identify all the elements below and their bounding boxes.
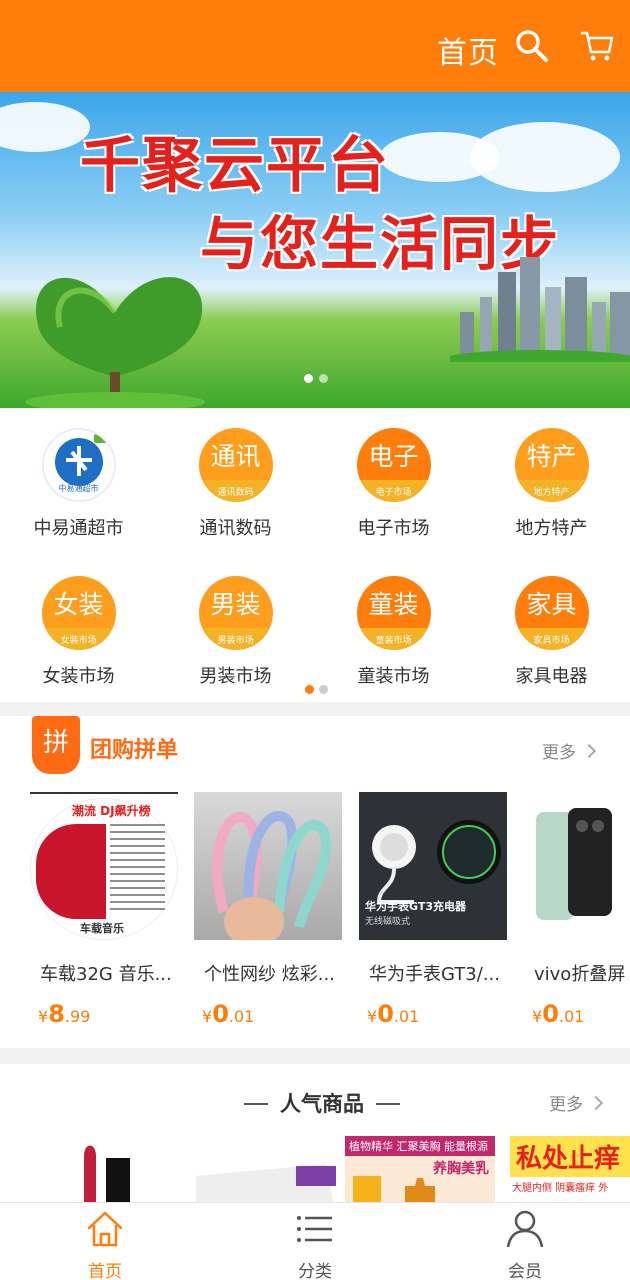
- more-link[interactable]: 更多: [549, 1090, 604, 1115]
- section-title: 人气商品: [232, 1088, 412, 1118]
- furniture-icon: 家具 家具市场: [514, 576, 589, 650]
- chevron-right-icon: [581, 743, 597, 759]
- popular-section: 人气商品 更多 植物精华 汇聚美胸 能量根源 养胸美乳 私处止痒 大腿内侧 阴囊…: [0, 1064, 630, 1214]
- product-card[interactable]: 华为手表GT3充电器 无线磁吸式 华为手表GT3/... ¥0.01: [359, 792, 507, 1028]
- bottom-tab-bar: 首页 分类 会员: [0, 1202, 630, 1280]
- section-title: 团购拼单: [90, 738, 179, 763]
- category-label: 家具电器: [515, 666, 588, 687]
- category-label: 通讯数码: [199, 518, 272, 539]
- banner-pagination: [304, 374, 328, 383]
- product-card[interactable]: 潮流 DJ飙升榜 车载音乐 车载32G 音乐... ¥8.99: [30, 792, 178, 1028]
- category-item-supermarket[interactable]: 中易通超市 中易通超市: [0, 428, 157, 540]
- product-name: 个性网纱 炫彩...: [204, 964, 335, 985]
- category-item-womens-clothing[interactable]: 女装 女装市场 女装市场: [0, 576, 157, 688]
- category-grid: 中易通超市 中易通超市 通讯 通讯数码 通讯数码 电子 电子市场 电子市场 特产…: [0, 408, 630, 702]
- user-icon: [506, 1210, 544, 1248]
- tab-home[interactable]: 首页: [45, 1209, 165, 1280]
- telecom-icon: 通讯 通讯数码: [198, 428, 273, 502]
- product-card[interactable]: vivo折叠屏 ¥0.01: [524, 792, 630, 1028]
- chevron-right-icon: [588, 1095, 604, 1111]
- city-skyline-image: [450, 257, 630, 362]
- cart-icon[interactable]: [579, 28, 615, 64]
- category-label: 电子市场: [357, 518, 430, 539]
- search-icon[interactable]: [514, 28, 550, 64]
- product-name: 车载32G 音乐...: [40, 964, 172, 985]
- product-image: 华为手表GT3充电器 无线磁吸式: [359, 792, 507, 940]
- mens-clothing-icon: 男装 男装市场: [198, 576, 273, 650]
- group-buy-section: 拼 团购拼单 更多 潮流 DJ飙升榜 车载音乐 车载32G 音乐... ¥8.9…: [0, 716, 630, 1048]
- group-buy-badge: 拼: [32, 716, 80, 774]
- category-item-furniture[interactable]: 家具 家具市场 家具电器: [473, 576, 630, 688]
- more-link[interactable]: 更多: [542, 738, 597, 763]
- category-label: 中易通超市: [33, 518, 124, 539]
- womens-clothing-icon: 女装 女装市场: [41, 576, 116, 650]
- pagination-dot[interactable]: [304, 374, 313, 383]
- kids-clothing-icon: 童装 童装市场: [356, 576, 431, 650]
- supermarket-logo-icon: 中易通超市: [41, 428, 116, 502]
- category-label: 童装市场: [357, 666, 430, 687]
- page-title: 首页: [437, 36, 499, 71]
- category-label: 男装市场: [199, 666, 272, 687]
- product-name: 华为手表GT3/...: [369, 964, 500, 985]
- category-item-electronics[interactable]: 电子 电子市场 电子市场: [315, 428, 472, 540]
- category-label: 女装市场: [42, 666, 115, 687]
- electronics-icon: 电子 电子市场: [356, 428, 431, 502]
- category-item-local-specialty[interactable]: 特产 地方特产 地方特产: [473, 428, 630, 540]
- list-icon: [297, 1216, 332, 1242]
- pagination-dot[interactable]: [305, 685, 314, 694]
- category-label: 地方特产: [515, 518, 588, 539]
- product-image: [524, 792, 630, 940]
- category-item-telecom[interactable]: 通讯 通讯数码 通讯数码: [157, 428, 314, 540]
- tab-member[interactable]: 会员: [465, 1209, 585, 1280]
- product-price: ¥0.01: [202, 1000, 255, 1028]
- product-price: ¥8.99: [38, 1000, 91, 1028]
- product-image: 潮流 DJ飙升榜 车载音乐: [30, 792, 178, 940]
- pagination-dot[interactable]: [319, 685, 328, 694]
- pagination-dot[interactable]: [319, 374, 328, 383]
- heart-tree-image: [25, 277, 205, 408]
- specialty-icon: 特产 地方特产: [514, 428, 589, 502]
- top-bar: 首页: [0, 0, 630, 92]
- tab-category[interactable]: 分类: [255, 1209, 375, 1280]
- promo-banner[interactable]: 千聚云平台 与您生活同步: [0, 92, 630, 408]
- category-item-kids-clothing[interactable]: 童装 童装市场 童装市场: [315, 576, 472, 688]
- product-price: ¥0.01: [532, 1000, 585, 1028]
- banner-headline: 千聚云平台: [80, 131, 390, 201]
- product-price: ¥0.01: [367, 1000, 420, 1028]
- category-item-mens-clothing[interactable]: 男装 男装市场 男装市场: [157, 576, 314, 688]
- product-name: vivo折叠屏: [534, 964, 626, 985]
- product-card[interactable]: 个性网纱 炫彩... ¥0.01: [194, 792, 342, 1028]
- category-pagination: [305, 685, 328, 694]
- home-icon: [87, 1211, 123, 1247]
- product-image: [194, 792, 342, 940]
